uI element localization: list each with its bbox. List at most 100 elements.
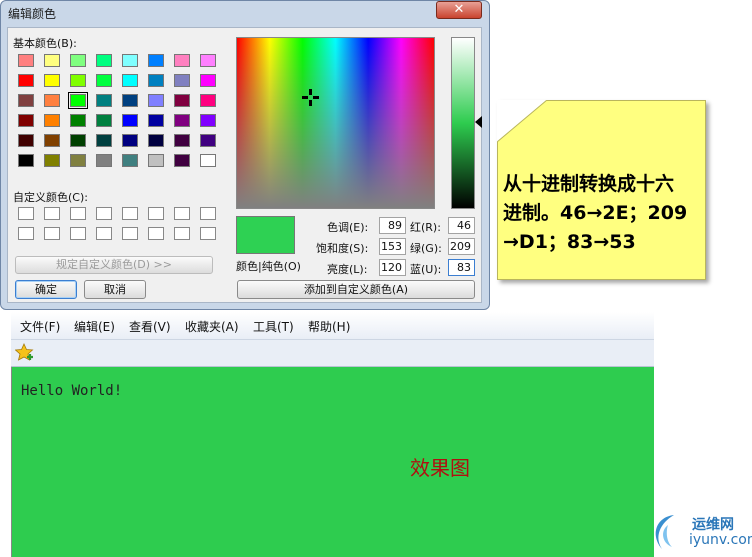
basic-color-swatch[interactable]	[44, 114, 60, 127]
basic-color-swatch[interactable]	[174, 114, 190, 127]
luminosity-input[interactable]: 120	[379, 259, 406, 276]
basic-color-swatch[interactable]	[70, 114, 86, 127]
green-input[interactable]: 209	[448, 238, 475, 255]
basic-color-swatch[interactable]	[200, 134, 216, 147]
menu-help[interactable]: 帮助(H)	[308, 318, 350, 335]
basic-color-swatch[interactable]	[18, 114, 34, 127]
luminosity-slider[interactable]	[451, 37, 475, 209]
basic-color-swatch[interactable]	[122, 154, 138, 167]
basic-color-swatch[interactable]	[122, 114, 138, 127]
note-line-2: 进制。46→2E；209	[503, 202, 688, 224]
hue-input[interactable]: 89	[379, 217, 406, 234]
custom-color-swatch[interactable]	[174, 227, 190, 240]
basic-color-swatch[interactable]	[174, 134, 190, 147]
custom-color-swatch[interactable]	[122, 207, 138, 220]
basic-color-swatch[interactable]	[122, 134, 138, 147]
basic-color-swatch[interactable]	[96, 154, 112, 167]
dialog-title: 编辑颜色	[8, 7, 57, 21]
red-input[interactable]: 46	[448, 217, 475, 234]
basic-color-swatch[interactable]	[18, 74, 34, 87]
crosshair-icon	[302, 89, 319, 106]
basic-color-swatch[interactable]	[148, 114, 164, 127]
basic-color-swatch[interactable]	[96, 134, 112, 147]
add-to-custom-colors-button[interactable]: 添加到自定义颜色(A)	[237, 280, 475, 299]
yunwei-logo-icon	[655, 515, 674, 549]
basic-color-swatch[interactable]	[18, 134, 34, 147]
basic-color-swatch[interactable]	[18, 94, 34, 107]
menu-view[interactable]: 查看(V)	[129, 318, 171, 335]
custom-color-swatch[interactable]	[96, 207, 112, 220]
custom-color-swatch[interactable]	[174, 207, 190, 220]
menu-tools[interactable]: 工具(T)	[253, 318, 294, 335]
basic-color-swatch[interactable]	[70, 134, 86, 147]
custom-color-swatch[interactable]	[70, 207, 86, 220]
basic-color-swatch[interactable]	[200, 54, 216, 67]
custom-colors-grid	[18, 207, 223, 242]
basic-color-swatch[interactable]	[70, 74, 86, 87]
menu-favorites[interactable]: 收藏夹(A)	[185, 318, 239, 335]
basic-color-swatch[interactable]	[70, 154, 86, 167]
watermark-site-name: 运维网	[692, 517, 734, 533]
custom-color-swatch[interactable]	[200, 207, 216, 220]
basic-color-swatch[interactable]	[122, 54, 138, 67]
basic-color-swatch[interactable]	[148, 134, 164, 147]
blue-input[interactable]: 83	[448, 259, 475, 276]
note-fold-corner	[497, 100, 547, 142]
basic-color-swatch[interactable]	[44, 54, 60, 67]
basic-color-swatch[interactable]	[200, 74, 216, 87]
basic-color-swatch[interactable]	[18, 54, 34, 67]
custom-color-swatch[interactable]	[148, 227, 164, 240]
saturation-input[interactable]: 153	[379, 238, 406, 255]
basic-color-swatch[interactable]	[148, 74, 164, 87]
custom-color-swatch[interactable]	[18, 207, 34, 220]
favorites-star-icon[interactable]	[15, 343, 35, 363]
color-solid-label[interactable]: 颜色|纯色(O)	[236, 258, 301, 274]
basic-color-swatch[interactable]	[44, 94, 60, 107]
basic-color-swatch[interactable]	[68, 92, 88, 109]
cancel-button[interactable]: 取消	[84, 280, 146, 299]
basic-color-swatch[interactable]	[174, 154, 190, 167]
luminosity-arrow-icon[interactable]	[475, 116, 482, 128]
green-label: 绿(G):	[410, 242, 442, 255]
basic-color-swatch[interactable]	[44, 134, 60, 147]
ok-button[interactable]: 确定	[15, 280, 77, 299]
menu-edit[interactable]: 编辑(E)	[74, 318, 115, 335]
basic-color-swatch[interactable]	[122, 74, 138, 87]
dialog-titlebar[interactable]	[0, 0, 488, 26]
custom-color-swatch[interactable]	[70, 227, 86, 240]
custom-color-swatch[interactable]	[44, 207, 60, 220]
basic-color-swatch[interactable]	[148, 94, 164, 107]
browser-toolbar	[11, 340, 654, 367]
basic-color-swatch[interactable]	[148, 54, 164, 67]
custom-color-swatch[interactable]	[200, 227, 216, 240]
hello-world-text: Hello World!	[21, 383, 123, 399]
color-preview	[236, 216, 295, 254]
define-custom-colors-button[interactable]: 规定自定义颜色(D) >>	[15, 256, 213, 274]
color-spectrum-picker[interactable]	[236, 37, 435, 209]
basic-color-swatch[interactable]	[96, 54, 112, 67]
basic-color-swatch[interactable]	[122, 94, 138, 107]
custom-color-swatch[interactable]	[122, 227, 138, 240]
basic-color-swatch[interactable]	[96, 114, 112, 127]
basic-color-swatch[interactable]	[70, 54, 86, 67]
basic-color-swatch[interactable]	[96, 74, 112, 87]
menu-file[interactable]: 文件(F)	[20, 318, 60, 335]
basic-color-swatch[interactable]	[174, 54, 190, 67]
basic-color-swatch[interactable]	[96, 94, 112, 107]
custom-color-swatch[interactable]	[44, 227, 60, 240]
basic-color-swatch[interactable]	[200, 154, 216, 167]
basic-color-swatch[interactable]	[44, 154, 60, 167]
custom-color-swatch[interactable]	[96, 227, 112, 240]
note-line-3: →D1；83→53	[503, 231, 636, 253]
basic-color-swatch[interactable]	[174, 94, 190, 107]
basic-color-swatch[interactable]	[18, 154, 34, 167]
basic-color-swatch[interactable]	[174, 74, 190, 87]
basic-color-swatch[interactable]	[200, 114, 216, 127]
basic-color-swatch[interactable]	[200, 94, 216, 107]
close-button[interactable]: ✕	[436, 1, 482, 19]
custom-color-swatch[interactable]	[18, 227, 34, 240]
basic-color-swatch[interactable]	[44, 74, 60, 87]
custom-color-swatch[interactable]	[148, 207, 164, 220]
effect-caption: 效果图	[410, 456, 470, 480]
basic-color-swatch[interactable]	[148, 154, 164, 167]
